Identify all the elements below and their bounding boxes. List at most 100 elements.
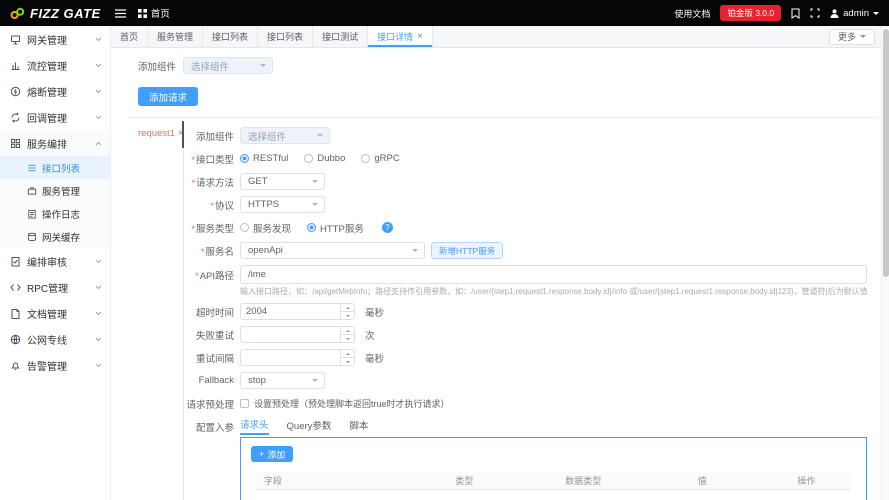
- add-param-label: 添加: [267, 449, 286, 460]
- increase-icon[interactable]: [341, 327, 354, 336]
- tab-service-mgmt[interactable]: 服务管理: [148, 26, 204, 47]
- more-button[interactable]: 更多: [828, 28, 875, 45]
- tab-interface-detail[interactable]: 接口详情 ×: [368, 26, 433, 47]
- increase-icon[interactable]: [341, 350, 354, 359]
- sidebar-item-callback-mgmt[interactable]: 回调管理: [0, 104, 110, 130]
- preprocess-checkbox[interactable]: 设置预处理（预处理脚本返回true时才执行请求）: [240, 397, 450, 410]
- col-data-type: 数据类型: [523, 472, 643, 490]
- decrease-icon[interactable]: [341, 335, 354, 342]
- add-request-button[interactable]: 添加请求: [138, 87, 199, 106]
- topbar: FIZZ GATE 首页 使用文档 铂金版 3.0.0 admin: [0, 0, 889, 26]
- service-type-group: 服务发现 HTTP服务 ?: [240, 221, 867, 235]
- component-select[interactable]: 选择组件: [240, 127, 330, 144]
- sidebar-item-rpc-mgmt[interactable]: RPC管理: [0, 274, 110, 300]
- increase-icon[interactable]: [341, 304, 354, 313]
- request-form: 添加组件 选择组件 *接口类型 RESTful Dubbo gRPC *请求方法…: [182, 121, 867, 500]
- sidebar-collapse-icon[interactable]: [114, 8, 126, 18]
- api-path-help: 输入接口路径，如：/api/getMebInfo；路径支持传引用参数，如：/us…: [240, 287, 867, 296]
- sidebar-item-label: 接口列表: [42, 163, 81, 175]
- sidebar-item-alert-mgmt[interactable]: 告警管理: [0, 352, 110, 378]
- vertical-scrollbar[interactable]: [881, 26, 889, 500]
- sidebar-item-label: 服务管理: [42, 186, 81, 198]
- docs-link[interactable]: 使用文档: [674, 7, 710, 20]
- topbar-home-link[interactable]: 首页: [137, 6, 170, 20]
- tab-interface-list-2[interactable]: 接口列表: [258, 26, 314, 47]
- sidebar-item-gateway-mgmt[interactable]: 网关管理: [0, 26, 110, 52]
- protocol-value: HTTPS: [248, 199, 280, 210]
- radio-dot: [361, 154, 371, 163]
- plus-icon: +: [259, 449, 265, 460]
- tab-request-headers[interactable]: 请求头: [240, 417, 269, 436]
- timeout-input[interactable]: [241, 306, 338, 318]
- user-menu[interactable]: admin: [830, 8, 879, 19]
- tab-interface-list-1[interactable]: 接口列表: [203, 26, 259, 47]
- add-param-button[interactable]: + 添加: [251, 446, 294, 463]
- service-name-select[interactable]: openApi: [240, 242, 425, 259]
- sidebar-item-doc-mgmt[interactable]: 文档管理: [0, 300, 110, 326]
- chevron-down-icon: [95, 259, 102, 263]
- sidebar-item-flow-mgmt[interactable]: 流控管理: [0, 52, 110, 78]
- api-path-input[interactable]: [240, 265, 867, 284]
- param-panel: + 添加 字段 类型 数据类型 值 操作: [240, 437, 867, 500]
- decrease-icon[interactable]: [341, 358, 354, 365]
- add-http-service-label: 新增HTTP服务: [439, 245, 496, 256]
- tab-query-params[interactable]: Query参数: [287, 418, 332, 434]
- retry-interval-stepper: [240, 349, 355, 367]
- sidebar-item-gateway-cache[interactable]: 网关缓存: [0, 225, 110, 248]
- app-logo[interactable]: FIZZ GATE: [10, 6, 101, 21]
- fallback-value: stop: [248, 375, 266, 387]
- retry-times-input[interactable]: [241, 329, 338, 341]
- sidebar-group-orchestration: 服务编排 接口列表 服务管理 操作日志 网关缓存: [0, 130, 110, 248]
- radio-http-service[interactable]: HTTP服务: [307, 221, 364, 235]
- stepper-arrows[interactable]: [340, 304, 354, 320]
- radio-dubbo[interactable]: Dubbo: [304, 153, 345, 164]
- sidebar-item-label: 公网专线: [27, 335, 67, 347]
- scrollbar-thumb[interactable]: [883, 29, 889, 277]
- radio-label: 服务发现: [253, 223, 292, 235]
- radio-grpc[interactable]: gRPC: [361, 153, 400, 164]
- tab-script[interactable]: 脚本: [349, 418, 368, 434]
- chevron-up-icon: [95, 141, 102, 145]
- bookmark-icon[interactable]: [791, 8, 800, 19]
- sidebar-item-orchestration-audit[interactable]: 编排审核: [0, 248, 110, 274]
- stepper-arrows[interactable]: [340, 350, 354, 366]
- fullscreen-icon[interactable]: [810, 8, 820, 18]
- version-badge[interactable]: 铂金版 3.0.0: [720, 5, 782, 21]
- help-icon[interactable]: ?: [381, 222, 393, 233]
- decrease-icon[interactable]: [341, 312, 354, 319]
- sidebar-item-service-orchestration[interactable]: 服务编排: [0, 130, 110, 156]
- briefcase-icon: [27, 186, 37, 195]
- stepper-arrows[interactable]: [340, 327, 354, 343]
- sidebar-item-label: 网关缓存: [42, 232, 81, 244]
- params-table: 字段 类型 数据类型 值 操作: [256, 472, 851, 490]
- tab-interface-test[interactable]: 接口测试: [313, 26, 369, 47]
- service-type-label: *服务类型: [191, 223, 234, 235]
- component-select[interactable]: 选择组件: [183, 57, 274, 74]
- close-icon[interactable]: ×: [417, 31, 423, 42]
- sidebar-item-operation-log[interactable]: 操作日志: [0, 202, 110, 225]
- protocol-select[interactable]: HTTPS: [240, 196, 325, 213]
- request-tab[interactable]: request1 ×: [138, 121, 184, 500]
- database-icon: [28, 232, 36, 241]
- sidebar-item-service-mgmt[interactable]: 服务管理: [0, 179, 110, 202]
- callback-icon: [11, 111, 20, 123]
- chevron-down-icon: [412, 249, 418, 255]
- chevron-down-icon: [95, 63, 102, 67]
- add-http-service-button[interactable]: 新增HTTP服务: [431, 242, 504, 259]
- request-method-label: *请求方法: [191, 177, 234, 189]
- request-method-value: GET: [248, 176, 268, 187]
- globe-icon: [10, 334, 21, 344]
- retry-interval-input[interactable]: [241, 352, 338, 364]
- radio-label: Dubbo: [317, 153, 346, 164]
- sidebar-item-interface-list[interactable]: 接口列表: [0, 156, 110, 179]
- radio-restful[interactable]: RESTful: [240, 153, 288, 164]
- sidebar-item-public-line[interactable]: 公网专线: [0, 326, 110, 352]
- col-operation: 操作: [761, 472, 851, 490]
- request-method-select[interactable]: GET: [240, 173, 325, 190]
- sidebar-item-circuit-mgmt[interactable]: 熔断管理: [0, 78, 110, 104]
- timeout-unit: 毫秒: [365, 307, 385, 319]
- sidebar-item-label: 操作日志: [42, 209, 81, 221]
- radio-service-discovery[interactable]: 服务发现: [240, 221, 291, 235]
- fallback-select[interactable]: stop: [240, 372, 325, 390]
- tab-home[interactable]: 首页: [111, 26, 149, 47]
